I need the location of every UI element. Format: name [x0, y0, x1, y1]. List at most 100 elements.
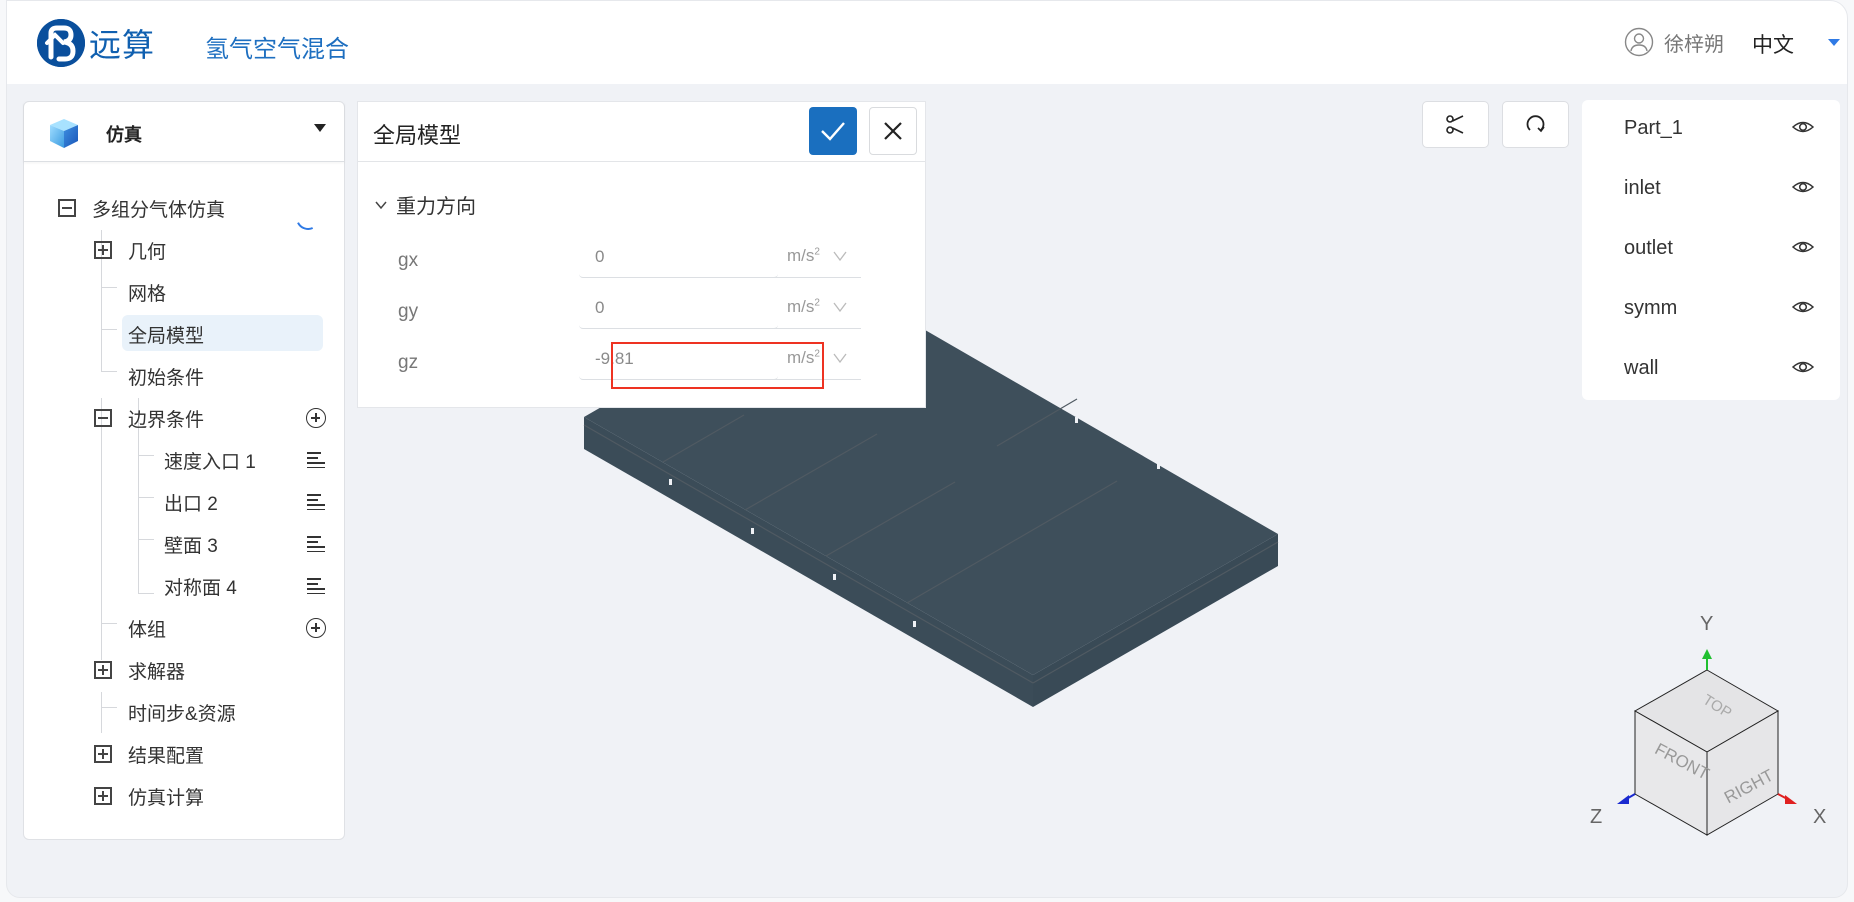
tree-item-solver[interactable]: 求解器	[94, 652, 185, 688]
gz-unit-select[interactable]: m/s2	[773, 338, 861, 380]
model-left-side-face	[584, 417, 1033, 707]
z-axis-arrow-icon	[1617, 795, 1629, 804]
tree-item-label: 边界条件	[128, 409, 205, 431]
layer-item-part-1[interactable]: Part_1	[1624, 108, 1814, 148]
tree-connector	[101, 371, 117, 372]
user-avatar-icon	[1624, 27, 1654, 57]
tree-item-label: 速度入口 1	[164, 451, 256, 473]
tree-connector	[101, 707, 117, 708]
expand-icon[interactable]	[94, 787, 112, 805]
model-notches	[669, 417, 1160, 627]
gy-input[interactable]	[579, 287, 778, 329]
clip-button[interactable]	[1422, 101, 1489, 148]
tree-item-global-model[interactable]: 全局模型	[128, 316, 204, 352]
caret-down-icon[interactable]	[314, 124, 326, 132]
tree-item-wall[interactable]: 壁面 3	[164, 526, 218, 562]
layer-name: outlet	[1624, 236, 1673, 259]
tree-item-symmetry[interactable]: 对称面 4	[164, 568, 237, 604]
sidebar-title: 仿真	[106, 125, 142, 145]
menu-lines-icon[interactable]	[307, 536, 325, 552]
close-button[interactable]	[869, 107, 917, 155]
layer-name: inlet	[1624, 176, 1661, 199]
tree-item-label: 全局模型	[128, 325, 205, 347]
logo-mark-icon	[37, 19, 85, 67]
x-axis-label: X	[1813, 806, 1826, 828]
tree-connector	[138, 593, 154, 594]
menu-lines-icon[interactable]	[307, 578, 325, 594]
tree-item-label: 初始条件	[128, 367, 205, 389]
user-name: 徐梓朔	[1664, 33, 1724, 56]
tree-item-label: 仿真计算	[128, 787, 205, 809]
eye-icon[interactable]	[1792, 178, 1814, 196]
section-title: 重力方向	[396, 196, 476, 218]
unit-exponent: 2	[814, 246, 820, 258]
unit-label: m/s	[787, 297, 815, 316]
tree-item-label: 几何	[128, 241, 167, 263]
expand-icon[interactable]	[94, 661, 112, 679]
project-title: 氢气空气混合	[205, 36, 349, 63]
gx-label: gx	[398, 250, 419, 271]
chevron-down-icon	[833, 251, 847, 261]
eye-icon[interactable]	[1792, 358, 1814, 376]
user-menu[interactable]: 徐梓朔	[1624, 27, 1724, 57]
language-selector[interactable]: 中文	[1752, 29, 1794, 59]
tree-item-timestep-resources[interactable]: 时间步&资源	[128, 694, 236, 730]
gx-unit-select[interactable]: m/s2	[773, 236, 861, 278]
expand-icon[interactable]	[94, 241, 112, 259]
menu-lines-icon[interactable]	[307, 452, 325, 468]
gx-input[interactable]	[579, 236, 778, 278]
eye-icon[interactable]	[1792, 238, 1814, 256]
tree-item-label: 结果配置	[128, 745, 205, 767]
chevron-down-icon	[833, 302, 847, 312]
sidebar-header[interactable]: 仿真	[24, 102, 344, 162]
collapse-icon[interactable]	[94, 409, 112, 427]
tree-item-outlet[interactable]: 出口 2	[164, 484, 218, 520]
tree-item-geometry[interactable]: 几何	[94, 232, 166, 268]
add-volume-group-icon[interactable]	[306, 618, 326, 638]
menu-lines-icon[interactable]	[307, 494, 325, 510]
layer-item-inlet[interactable]: inlet	[1624, 168, 1814, 208]
gy-unit-select[interactable]: m/s2	[773, 287, 861, 329]
tree-connector	[138, 497, 154, 498]
collapse-icon[interactable]	[58, 199, 76, 217]
layer-item-outlet[interactable]: outlet	[1624, 228, 1814, 268]
tree-connector	[138, 455, 154, 456]
model-right-side-face	[1033, 534, 1278, 707]
orientation-viewcube[interactable]: TOP FRONT RIGHT Y X Z	[1573, 601, 1848, 851]
confirm-button[interactable]	[809, 107, 857, 155]
tree-item-label: 时间步&资源	[128, 703, 236, 725]
brand-name: 远算	[89, 27, 156, 63]
layer-visibility-list: Part_1 inlet outlet symm wall	[1582, 100, 1840, 400]
tree-item-label: 对称面 4	[164, 577, 237, 599]
expand-icon[interactable]	[94, 745, 112, 763]
add-boundary-icon[interactable]	[306, 408, 326, 428]
top-header: 远算 氢气空气混合 徐梓朔 中文	[7, 1, 1847, 84]
global-model-panel: 全局模型 重力方向 gx m/s2	[357, 101, 926, 408]
reset-view-button[interactable]	[1502, 101, 1569, 148]
caret-down-icon[interactable]	[1828, 39, 1840, 46]
tree-item-label: 网格	[128, 283, 167, 305]
check-icon	[821, 122, 845, 141]
tree-item-label: 求解器	[128, 661, 186, 683]
tree-connector	[138, 539, 154, 540]
logo[interactable]: 远算	[37, 19, 155, 67]
tree-item-initial-conditions[interactable]: 初始条件	[128, 358, 204, 394]
tree-item-results-config[interactable]: 结果配置	[94, 736, 204, 772]
eye-icon[interactable]	[1792, 298, 1814, 316]
layer-item-wall[interactable]: wall	[1624, 348, 1814, 388]
tree-item-volume-groups[interactable]: 体组	[128, 610, 166, 646]
tree-connector	[101, 623, 117, 624]
tree-item-velocity-inlet[interactable]: 速度入口 1	[164, 442, 256, 478]
layer-name: wall	[1624, 356, 1659, 379]
tree-item-mesh[interactable]: 网格	[128, 274, 166, 310]
tree-item-run-simulation[interactable]: 仿真计算	[94, 778, 204, 814]
simulation-sidebar: 仿真 多组分气体仿真 几何 网格 全局模型 初始条件 边界条件 速度入口 1 出…	[23, 101, 345, 840]
app-window: 远算 氢气空气混合 徐梓朔 中文 仿真 多组分气体仿真 几何 网格 全局模型 初…	[6, 0, 1848, 898]
gz-input[interactable]	[579, 338, 778, 380]
eye-icon[interactable]	[1792, 118, 1814, 136]
tree-connector	[101, 329, 117, 330]
gravity-section-toggle[interactable]: 重力方向	[374, 190, 476, 219]
layer-item-symm[interactable]: symm	[1624, 288, 1814, 328]
cube-icon	[50, 119, 78, 148]
tree-item-boundary-conditions[interactable]: 边界条件	[94, 400, 340, 436]
